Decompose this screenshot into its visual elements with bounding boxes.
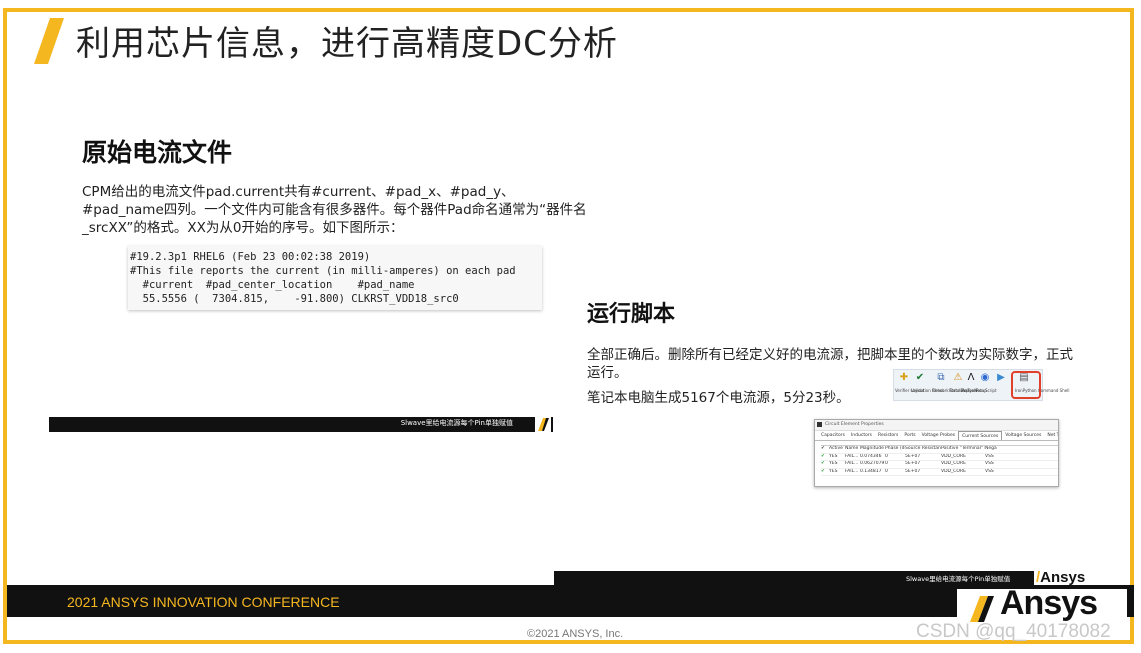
run-script-heading: 运行脚本 [587, 302, 676, 327]
column-header: Positive "Terminal" Net [941, 446, 985, 451]
table-cell: 0 [885, 453, 888, 459]
table-cell: 0.0627079 [860, 461, 885, 466]
code-line: 55.5556 ( 7304.815, -91.800) CLKRST_VDD1… [130, 293, 459, 305]
copyright: ©2021 ANSYS, Inc. [527, 628, 624, 640]
table-cell: 5E+07 [905, 453, 921, 459]
table-cell: FAIL... [845, 461, 859, 466]
check-icon[interactable]: ✔ [821, 469, 829, 476]
siwave-toolbar: ✚ Verifier Layout ✔ Validation Check ⧉ Networ… [893, 369, 1069, 401]
left-banner: Slwave里给电流源每个Pin单独赋值 [49, 417, 553, 432]
tab-capacitors[interactable]: Capacitors [818, 431, 848, 440]
ansys-logo-text: Ansys [1000, 584, 1098, 622]
table-cell: 0 [885, 468, 888, 474]
app-icon [817, 422, 822, 427]
table-cell: FAIL... [845, 453, 859, 459]
network-icon[interactable]: ⧉ [934, 372, 948, 384]
code-line: #19.2.3p1 RHEL6 (Feb 23 00:02:38 2019) [130, 251, 371, 263]
tab-resistors[interactable]: Resistors [875, 431, 901, 440]
current-sources-table: ✔ActiveNameMagnitude (A)Phase (deg)Sourc… [821, 445, 1058, 476]
plus-icon[interactable]: ✚ [897, 372, 911, 384]
code-line: #current #pad_center_location #pad_name [130, 279, 415, 291]
conference-name: 2021 ANSYS INNOVATION CONFERENCE [67, 594, 340, 610]
original-current-file-heading: 原始电流文件 [82, 138, 233, 167]
toolbar-label: Run Script [976, 388, 997, 393]
current-file-description: CPM给出的电流文件pad.current共有#current、#pad_x、#… [82, 184, 587, 236]
table-cell: VDD_CORE [941, 461, 966, 466]
table-cell: YES [829, 453, 838, 459]
table-cell: 5E+07 [905, 468, 921, 474]
ansys-icon[interactable]: Λ [964, 372, 978, 384]
tab-current-sources[interactable]: Current Sources [958, 431, 1003, 440]
table-cell: 0.074346 [860, 453, 882, 459]
check-icon[interactable]: ✔ [913, 372, 927, 384]
globe-icon[interactable]: ◉ [978, 372, 992, 384]
warning-icon[interactable]: ⚠ [951, 372, 965, 384]
table-cell: VSS [985, 468, 994, 474]
banner-slash-icon [535, 417, 551, 432]
check-icon[interactable]: ✔ [821, 454, 829, 461]
dialog-title-bar: Circuit Element Properties [815, 420, 1058, 431]
check-icon[interactable]: ✔ [821, 461, 829, 468]
dialog-tabs: Capacitors Inductors Resistors Ports Voltage… [815, 431, 1058, 441]
tab-voltage-sources[interactable]: Voltage Sources [1002, 431, 1044, 440]
csdn-watermark: CSDN @qq_40178082 [916, 621, 1111, 642]
run-script-result: 笔记本电脑生成5167个电流源，5分23秒。 [587, 390, 850, 406]
dialog-title: Circuit Element Properties [825, 422, 884, 427]
table-cell: YES [829, 468, 838, 474]
column-check-icon: ✔ [821, 446, 825, 451]
highlight-box [1011, 371, 1041, 399]
code-line: #This file reports the current (in milli… [130, 265, 516, 277]
table-cell: YES [829, 461, 838, 466]
table-header: ✔ ActiveNameMagnitude (A)Phase (deg)Sourc… [821, 446, 1058, 454]
table-row[interactable]: ✔ YES FAIL... 0.0627079 0 5E+07 VDD_CORE VSS [821, 461, 1058, 469]
right-banner: Slwave里给电流源每个Pin单独赋值 [554, 571, 1034, 585]
table-cell: 0 [885, 461, 888, 466]
tab-inductors[interactable]: Inductors [848, 431, 875, 440]
table-row[interactable]: ✔ YES FAIL... 0.074346 0 5E+07 VDD_CORE VSS [821, 453, 1058, 461]
table-cell: FAIL... [845, 468, 859, 474]
tab-voltage-probes[interactable]: Voltage Probes [919, 431, 958, 440]
table-cell: VSS [985, 453, 994, 459]
code-sample: #19.2.3p1 RHEL6 (Feb 23 00:02:38 2019) #T… [128, 246, 542, 310]
table-cell: VDD_CORE [941, 453, 966, 459]
table-cell: VDD_CORE [941, 468, 966, 474]
run-icon[interactable]: ▶ [994, 372, 1008, 384]
table-row[interactable]: ✔ YES FAIL... 0.134817 0 5E+07 VDD_CORE VSS [821, 468, 1058, 476]
column-header: Name [845, 446, 859, 451]
column-header: Magnitude (A) [860, 446, 885, 451]
column-header: Phase (deg) [885, 446, 905, 451]
table-cell: 0.134817 [860, 468, 882, 474]
table-cell: 5E+07 [905, 461, 921, 466]
slide-frame [3, 8, 1134, 644]
tab-net-terminals[interactable]: Net Terminals [1044, 431, 1058, 440]
left-banner-text: Slwave里给电流源每个Pin单独赋值 [400, 419, 513, 427]
column-header: Nega [985, 446, 997, 451]
column-header: Source Resistance (oh... [905, 446, 941, 451]
ansys-slash-icon [970, 596, 994, 622]
title-accent-bar [34, 18, 64, 64]
right-banner-text: Slwave里给电流源每个Pin单独赋值 [906, 575, 1011, 583]
column-header: Active [829, 446, 843, 451]
tab-ports[interactable]: Ports [901, 431, 918, 440]
slide-title: 利用芯片信息，进行高精度DC分析 [76, 24, 618, 64]
circuit-element-properties-dialog: Circuit Element Properties Capacitors Ind… [814, 419, 1059, 487]
table-cell: VSS [985, 461, 994, 466]
